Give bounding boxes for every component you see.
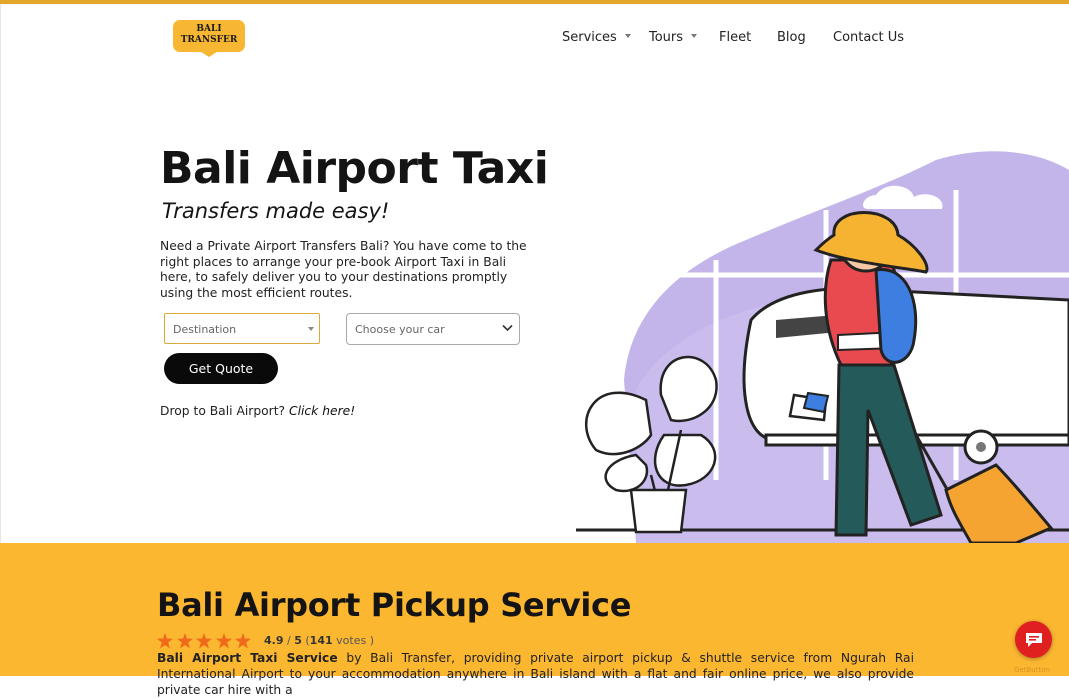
chevron-down-icon [624,33,631,38]
nav-label: Tours [649,30,684,45]
top-accent-line [0,0,1069,4]
destination-select[interactable]: Destination [164,313,320,344]
dropdown-arrow-icon [308,327,314,331]
nav-item-tours[interactable]: Tours [649,30,698,45]
logo-text: BALI TRANSFER [173,24,245,46]
rating-value: 4.9 [264,634,284,647]
section-title: Bali Airport Pickup Service [157,586,632,624]
widget-brand: GetButton [1014,666,1050,674]
drop-text: Drop to Bali Airport? [160,404,286,418]
description-bold: Bali Airport Taxi Service [157,651,338,665]
star-icon[interactable] [176,633,193,649]
car-select[interactable]: Choose your car [346,313,520,345]
nav-item-blog[interactable]: Blog [777,30,806,45]
nav-item-fleet[interactable]: Fleet [719,30,751,45]
car-select-value: Choose your car [355,323,445,336]
votes-count: 141 [309,634,333,647]
chat-bubble-icon [1026,633,1042,647]
get-quote-button[interactable]: Get Quote [164,353,278,384]
logo-tip [195,48,223,57]
logo-line-2: TRANSFER [180,35,238,45]
chevron-down-icon [502,324,513,332]
hero-description: Need a Private Airport Transfers Bali? Y… [160,239,527,300]
section-description: Bali Airport Taxi Service by Bali Transf… [157,650,914,698]
rating-close-paren: ) [369,634,374,647]
star-icon[interactable] [157,633,173,649]
nav-item-services[interactable]: Services [562,30,631,45]
logo[interactable]: BALI TRANSFER [173,20,246,58]
nav-item-contact[interactable]: Contact Us [833,30,904,45]
rating-summary: 4.9 / 5 (141 votes ) [264,634,374,647]
nav-label: Services [562,30,617,45]
star-icon[interactable] [196,633,212,649]
star-icon[interactable] [215,633,232,649]
rating-separator: / [287,634,291,647]
drop-link[interactable]: Click here! [289,404,355,418]
drop-to-airport: Drop to Bali Airport? Click here! [160,404,355,418]
hero-subtitle: Transfers made easy! [162,199,390,223]
page-border [0,4,1,544]
logo-line-1: BALI [196,24,222,34]
traveler-illustration [576,151,1069,543]
rating-max: 5 [294,634,302,647]
chat-button[interactable] [1015,621,1052,658]
destination-select-value: Destination [173,323,237,336]
star-icon[interactable] [235,633,251,649]
hero-title: Bali Airport Taxi [160,143,549,194]
votes-label: votes [336,634,367,647]
chevron-down-icon [691,33,698,38]
